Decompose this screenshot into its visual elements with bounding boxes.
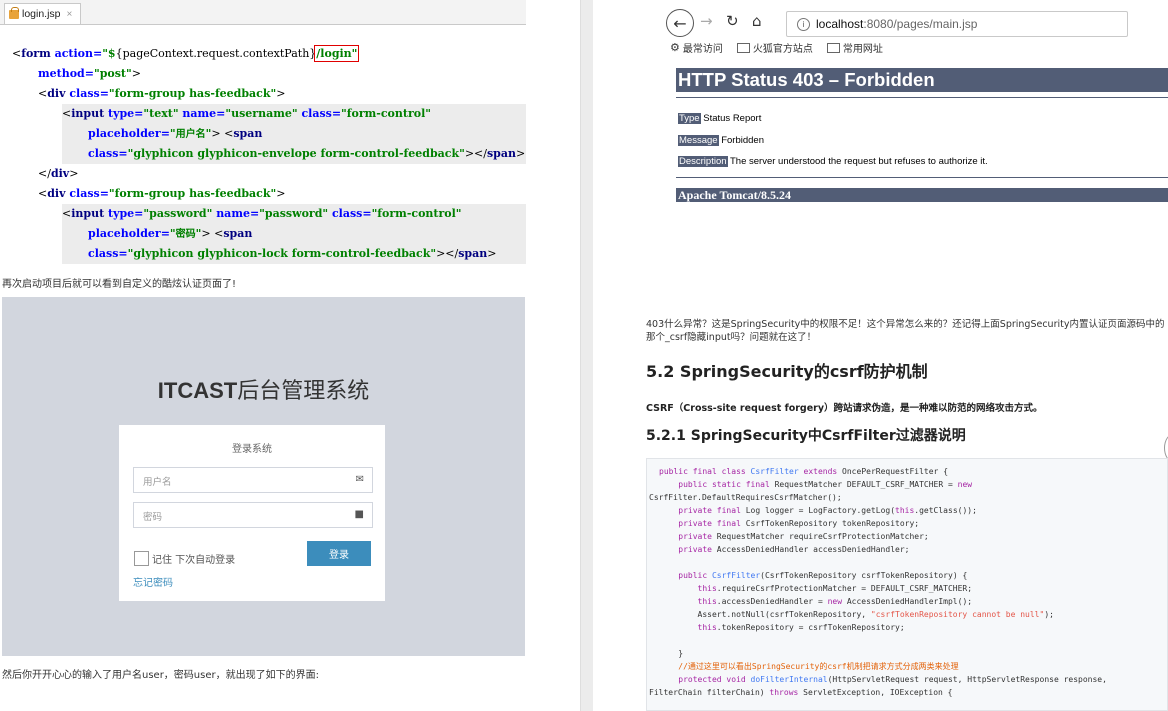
password-field[interactable]: 密码 ■ bbox=[133, 502, 373, 528]
login-box: 登录系统 用户名 ✉ 密码 ■ 记住 下次自动登录 登录 忘记密码 bbox=[119, 425, 385, 601]
address-bar[interactable]: i localhost:8080/pages/main.jsp bbox=[786, 11, 1128, 37]
error-description-row: Description The server understood the re… bbox=[678, 156, 988, 167]
login-button[interactable]: 登录 bbox=[307, 541, 371, 566]
code-line: } bbox=[659, 649, 684, 658]
username-field[interactable]: 用户名 ✉ bbox=[133, 467, 373, 493]
forgot-password-link[interactable]: 忘记密码 bbox=[133, 574, 173, 589]
right-panel: ← → ↻ ⌂ i localhost:8080/pages/main.jsp … bbox=[592, 0, 1168, 711]
csrf-description: CSRF（Cross-site request forgery）跨站请求伪造，是… bbox=[646, 403, 1043, 414]
login-path-highlight: /login" bbox=[314, 45, 360, 62]
section-heading: 5.2 SpringSecurity的csrf防护机制 bbox=[646, 362, 928, 381]
error-type-row: Type Status Report bbox=[678, 113, 762, 124]
remember-checkbox[interactable] bbox=[134, 551, 149, 566]
bookmark-common-sites[interactable]: 常用网址 bbox=[826, 40, 883, 55]
home-icon[interactable]: ⌂ bbox=[752, 12, 762, 30]
code-line: <input type="password" name="password" c… bbox=[62, 204, 526, 224]
folder-icon bbox=[826, 42, 840, 53]
code-line: CsrfFilter.DefaultRequiresCsrfMatcher(); bbox=[649, 493, 842, 502]
code-comment: //通过这里可以看出SpringSecurity的csrf机制把请求方式分成两类… bbox=[659, 662, 959, 671]
code-line: <div class="form-group has-feedback"> bbox=[38, 87, 286, 100]
username-placeholder: 用户名 bbox=[143, 477, 172, 488]
after-login-text: 然后你开开心心的输入了用户名user，密码user，就出现了如下的界面: bbox=[2, 670, 319, 681]
divider-line bbox=[676, 177, 1168, 178]
folder-icon bbox=[736, 42, 750, 53]
code-line: <input type="text" name="username" class… bbox=[62, 104, 526, 124]
code-line: protected void doFilterInternal(HttpServ… bbox=[659, 675, 1107, 684]
code-line: FilterChain filterChain) throws ServletE… bbox=[649, 688, 953, 697]
code-line: this.tokenRepository = csrfTokenReposito… bbox=[659, 623, 905, 632]
left-panel: login.jsp × <form action="${pageContext.… bbox=[0, 0, 580, 711]
code-line: </div> bbox=[38, 167, 79, 180]
bookmarks-bar: ⚙ 最常访问 火狐官方站点 常用网址 bbox=[670, 40, 883, 55]
lock-icon: ■ bbox=[354, 509, 364, 520]
url-rest: :8080/pages/main.jsp bbox=[863, 17, 978, 31]
code-line: class="glyphicon glyphicon-lock form-con… bbox=[62, 244, 526, 264]
forward-arrow-icon[interactable]: → bbox=[700, 12, 713, 30]
code-line: <div class="form-group has-feedback"> bbox=[38, 187, 286, 200]
envelope-icon: ✉ bbox=[355, 474, 364, 485]
url-host: localhost bbox=[816, 17, 864, 31]
tab-login-jsp[interactable]: login.jsp × bbox=[4, 3, 82, 24]
gear-icon: ⚙ bbox=[670, 41, 680, 54]
error-title: HTTP Status 403 – Forbidden bbox=[676, 68, 1168, 92]
jsp-file-icon bbox=[9, 6, 19, 19]
bookmark-firefox-site[interactable]: 火狐官方站点 bbox=[736, 40, 813, 55]
code-line: private RequestMatcher requireCsrfProtec… bbox=[659, 532, 929, 541]
code-line: placeholder="密码"> <span bbox=[62, 224, 526, 244]
code-line: private final CsrfTokenRepository tokenR… bbox=[659, 519, 920, 528]
restart-text: 再次启动项目后就可以看到自定义的酷炫认证页面了! bbox=[2, 279, 237, 290]
close-icon[interactable]: × bbox=[67, 9, 73, 20]
code-line: public static final RequestMatcher DEFAU… bbox=[659, 480, 973, 489]
code-line: public CsrfFilter(CsrfTokenRepository cs… bbox=[659, 571, 968, 580]
editor-tabbar: login.jsp × bbox=[0, 0, 526, 25]
divider-line bbox=[676, 97, 1168, 98]
code-line: Assert.notNull(csrfTokenRepository, "csr… bbox=[659, 610, 1054, 619]
code-line: <form action="${pageContext.request.cont… bbox=[12, 45, 360, 62]
login-page-screenshot: ITCAST后台管理系统 登录系统 用户名 ✉ 密码 ■ 记住 下次自动登录 登… bbox=[2, 297, 525, 656]
info-icon[interactable]: i bbox=[797, 17, 810, 31]
error-message-row: Message Forbidden bbox=[678, 135, 764, 146]
brand-title: ITCAST后台管理系统 bbox=[157, 378, 370, 403]
remember-label: 记住 下次自动登录 bbox=[152, 555, 236, 566]
code-line: private final Log logger = LogFactory.ge… bbox=[659, 506, 977, 515]
browser-toolbar: ← → ↻ ⌂ i localhost:8080/pages/main.jsp bbox=[666, 8, 1168, 38]
code-line: this.accessDeniedHandler = new AccessDen… bbox=[659, 597, 973, 606]
code-line: this.requireCsrfProtectionMatcher = DEFA… bbox=[659, 584, 973, 593]
code-line: private AccessDeniedHandler accessDenied… bbox=[659, 545, 910, 554]
code-line: class="glyphicon glyphicon-envelope form… bbox=[62, 144, 526, 164]
login-box-title: 登录系统 bbox=[232, 444, 272, 455]
code-line: placeholder="用户名"> <span bbox=[62, 124, 526, 144]
bookmark-most-visited[interactable]: ⚙ 最常访问 bbox=[670, 40, 723, 55]
back-arrow-icon[interactable]: ← bbox=[666, 9, 694, 37]
code-line: method="post"> bbox=[38, 67, 141, 80]
server-footer: Apache Tomcat/8.5.24 bbox=[676, 188, 1168, 202]
article-paragraph: 403什么异常？这是SpringSecurity中的权限不足！这个异常怎么来的？… bbox=[646, 319, 1165, 343]
code-line: public final class CsrfFilter extends On… bbox=[659, 467, 949, 476]
java-code-block: public final class CsrfFilter extends On… bbox=[646, 458, 1168, 711]
tab-label: login.jsp bbox=[22, 8, 61, 20]
subsection-heading: 5.2.1 SpringSecurity中CsrfFilter过滤器说明 bbox=[646, 428, 966, 444]
reload-icon[interactable]: ↻ bbox=[726, 12, 739, 30]
password-placeholder: 密码 bbox=[143, 512, 163, 523]
